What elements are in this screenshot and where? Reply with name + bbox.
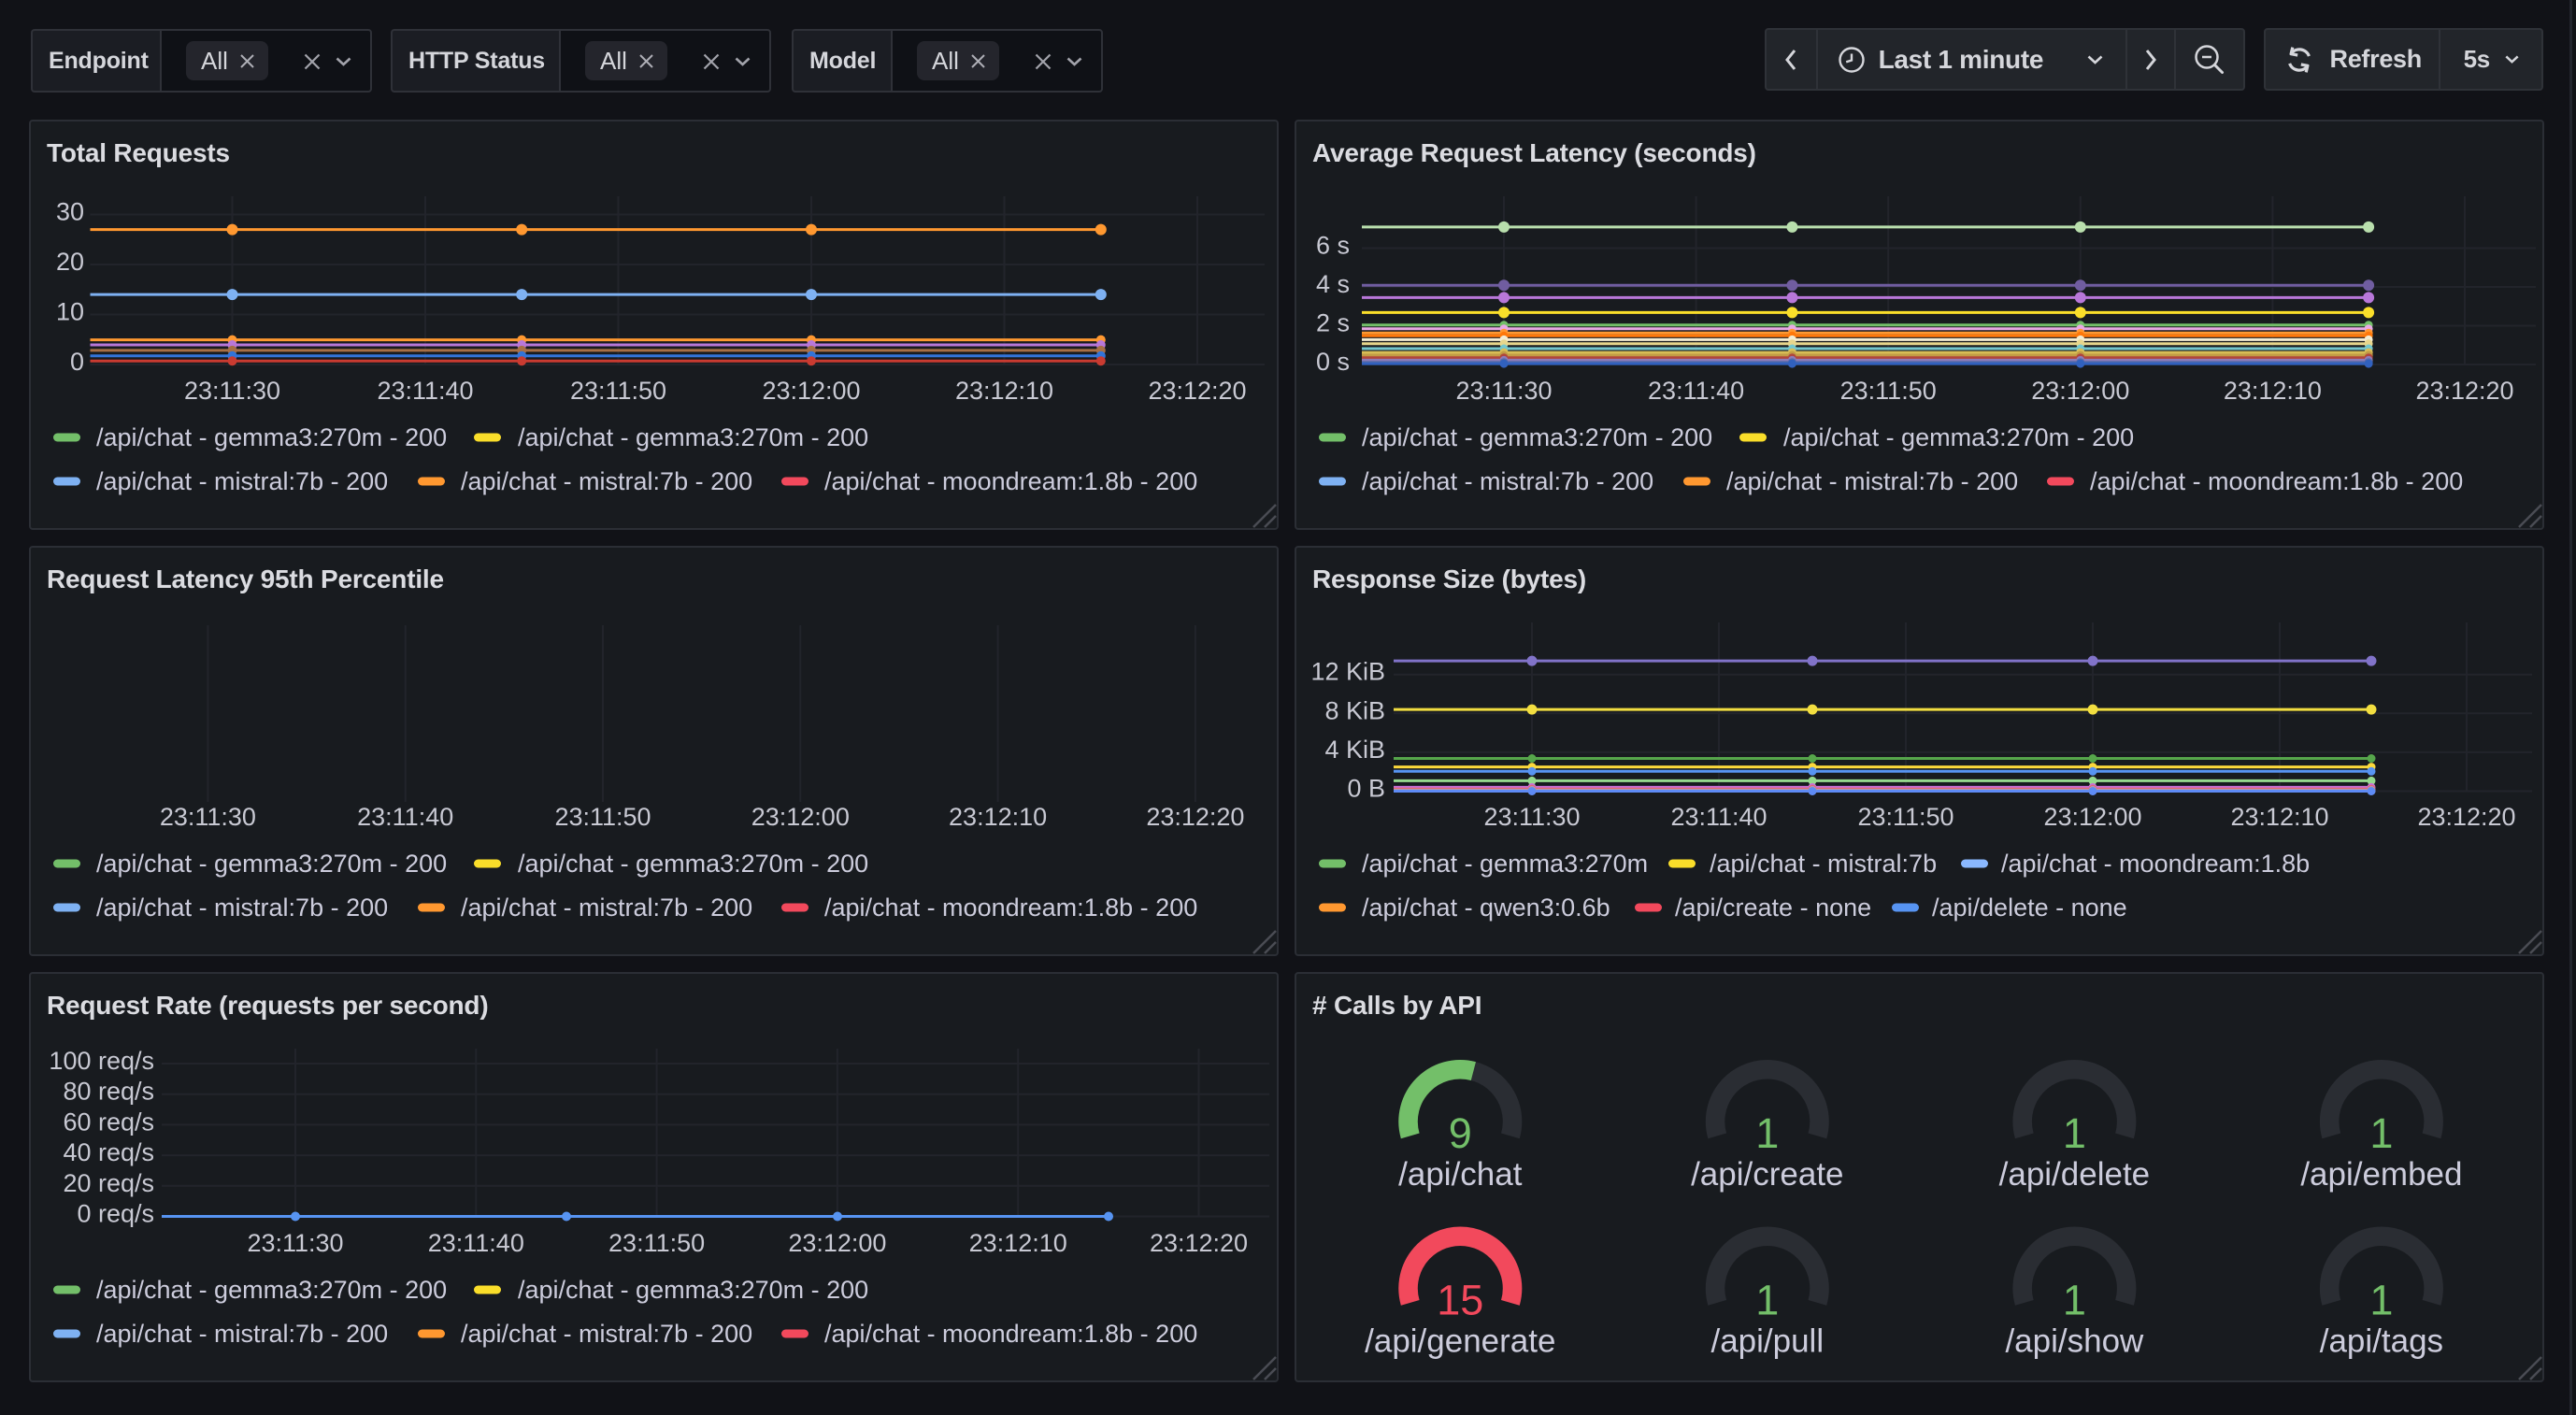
svg-text:23:11:50: 23:11:50 (554, 803, 651, 831)
svg-text:/api/chat - gemma3:270m - 200: /api/chat - gemma3:270m - 200 (96, 423, 447, 451)
svg-text:23:12:00: 23:12:00 (2043, 803, 2141, 831)
svg-text:23:11:40: 23:11:40 (1670, 803, 1767, 831)
svg-text:/api/generate: /api/generate (1365, 1323, 1555, 1360)
svg-text:30: 30 (56, 198, 84, 226)
svg-text:23:11:30: 23:11:30 (1483, 803, 1580, 831)
svg-text:/api/delete: /api/delete (1999, 1156, 2151, 1193)
svg-text:60 req/s: 60 req/s (63, 1108, 154, 1136)
svg-text:40 req/s: 40 req/s (63, 1138, 154, 1166)
svg-text:23:11:50: 23:11:50 (608, 1229, 705, 1257)
svg-text:4 KiB: 4 KiB (1324, 736, 1385, 764)
svg-text:20 req/s: 20 req/s (63, 1169, 154, 1197)
svg-text:23:12:20: 23:12:20 (1148, 377, 1246, 405)
svg-text:/api/show: /api/show (2005, 1323, 2144, 1360)
svg-text:1: 1 (2369, 1109, 2393, 1157)
svg-text:2 s: 2 s (1316, 309, 1350, 337)
svg-text:23:11:30: 23:11:30 (247, 1229, 343, 1257)
svg-text:100 req/s: 100 req/s (49, 1047, 154, 1075)
svg-text:/api/chat - gemma3:270m - 200: /api/chat - gemma3:270m - 200 (518, 1276, 868, 1304)
svg-text:23:12:00: 23:12:00 (751, 803, 850, 831)
svg-text:/api/delete - none: /api/delete - none (1932, 893, 2127, 922)
svg-text:0 B: 0 B (1347, 775, 1385, 803)
svg-text:/api/chat - gemma3:270m: /api/chat - gemma3:270m (1362, 850, 1648, 878)
svg-text:/api/chat - mistral:7b - 200: /api/chat - mistral:7b - 200 (461, 467, 752, 495)
svg-text:6 s: 6 s (1316, 232, 1350, 260)
svg-text:4 s: 4 s (1316, 270, 1350, 298)
svg-text:/api/create - none: /api/create - none (1675, 893, 1871, 922)
svg-text:23:11:50: 23:11:50 (1840, 377, 1937, 405)
svg-text:23:11:30: 23:11:30 (1455, 377, 1552, 405)
svg-text:23:11:50: 23:11:50 (1857, 803, 1953, 831)
svg-text:1: 1 (1755, 1277, 1779, 1324)
svg-text:23:12:00: 23:12:00 (788, 1229, 886, 1257)
svg-text:12 KiB: 12 KiB (1310, 658, 1385, 686)
svg-text:/api/chat - mistral:7b - 200: /api/chat - mistral:7b - 200 (1726, 467, 2018, 495)
svg-text:/api/chat - mistral:7b - 200: /api/chat - mistral:7b - 200 (96, 1320, 388, 1348)
svg-text:23:12:20: 23:12:20 (2417, 803, 2515, 831)
svg-text:0 req/s: 0 req/s (77, 1200, 154, 1228)
svg-text:23:12:10: 23:12:10 (2224, 377, 2322, 405)
svg-text:/api/chat - moondream:1.8b - 2: /api/chat - moondream:1.8b - 200 (824, 1320, 1197, 1348)
svg-text:/api/chat: /api/chat (1398, 1156, 1523, 1193)
svg-text:80 req/s: 80 req/s (63, 1078, 154, 1106)
svg-text:/api/embed: /api/embed (2300, 1156, 2462, 1193)
svg-text:/api/chat - moondream:1.8b: /api/chat - moondream:1.8b (2001, 850, 2310, 878)
svg-text:/api/chat - gemma3:270m - 200: /api/chat - gemma3:270m - 200 (1783, 423, 2134, 451)
svg-text:23:11:40: 23:11:40 (1648, 377, 1744, 405)
svg-text:/api/chat - gemma3:270m - 200: /api/chat - gemma3:270m - 200 (518, 423, 868, 451)
svg-text:23:11:40: 23:11:40 (377, 377, 473, 405)
svg-text:8 KiB: 8 KiB (1324, 696, 1385, 724)
svg-text:/api/chat - gemma3:270m - 200: /api/chat - gemma3:270m - 200 (96, 850, 447, 878)
svg-text:/api/tags: /api/tags (2320, 1323, 2443, 1360)
svg-text:9: 9 (1449, 1109, 1472, 1157)
svg-text:/api/chat - mistral:7b - 200: /api/chat - mistral:7b - 200 (96, 467, 388, 495)
svg-text:23:12:20: 23:12:20 (1146, 803, 1244, 831)
svg-text:/api/chat - mistral:7b - 200: /api/chat - mistral:7b - 200 (461, 893, 752, 922)
svg-text:/api/chat - gemma3:270m - 200: /api/chat - gemma3:270m - 200 (1362, 423, 1712, 451)
svg-text:/api/chat - gemma3:270m - 200: /api/chat - gemma3:270m - 200 (518, 850, 868, 878)
svg-text:/api/chat - mistral:7b - 200: /api/chat - mistral:7b - 200 (1362, 467, 1653, 495)
svg-text:23:12:10: 23:12:10 (969, 1229, 1067, 1257)
svg-text:23:11:40: 23:11:40 (428, 1229, 524, 1257)
svg-text:15: 15 (1437, 1277, 1483, 1324)
svg-text:/api/chat - gemma3:270m - 200: /api/chat - gemma3:270m - 200 (96, 1276, 447, 1304)
svg-text:23:11:50: 23:11:50 (570, 377, 666, 405)
svg-text:/api/chat - mistral:7b - 200: /api/chat - mistral:7b - 200 (96, 893, 388, 922)
svg-text:20: 20 (56, 248, 84, 276)
svg-text:0 s: 0 s (1316, 348, 1350, 376)
svg-text:1: 1 (2369, 1277, 2393, 1324)
svg-text:23:12:20: 23:12:20 (1150, 1229, 1248, 1257)
svg-text:1: 1 (2063, 1277, 2086, 1324)
svg-text:/api/chat - mistral:7b - 200: /api/chat - mistral:7b - 200 (461, 1320, 752, 1348)
svg-text:10: 10 (56, 298, 84, 326)
svg-text:23:12:10: 23:12:10 (955, 377, 1053, 405)
svg-text:23:12:10: 23:12:10 (949, 803, 1047, 831)
svg-text:0: 0 (70, 348, 84, 376)
svg-text:/api/chat - qwen3:0.6b: /api/chat - qwen3:0.6b (1362, 893, 1610, 922)
svg-text:/api/pull: /api/pull (1710, 1323, 1824, 1360)
svg-text:23:11:30: 23:11:30 (184, 377, 280, 405)
svg-text:/api/chat - moondream:1.8b - 2: /api/chat - moondream:1.8b - 200 (824, 467, 1197, 495)
svg-text:23:12:00: 23:12:00 (2031, 377, 2129, 405)
svg-text:23:11:40: 23:11:40 (357, 803, 453, 831)
svg-text:/api/create: /api/create (1691, 1156, 1843, 1193)
svg-text:/api/chat - moondream:1.8b - 2: /api/chat - moondream:1.8b - 200 (824, 893, 1197, 922)
svg-text:/api/chat - mistral:7b: /api/chat - mistral:7b (1710, 850, 1937, 878)
svg-text:/api/chat - moondream:1.8b - 2: /api/chat - moondream:1.8b - 200 (2090, 467, 2463, 495)
svg-text:1: 1 (2063, 1109, 2086, 1157)
svg-text:23:12:20: 23:12:20 (2415, 377, 2513, 405)
svg-text:23:12:10: 23:12:10 (2230, 803, 2328, 831)
svg-text:23:11:30: 23:11:30 (160, 803, 256, 831)
svg-text:23:12:00: 23:12:00 (762, 377, 860, 405)
svg-text:1: 1 (1755, 1109, 1779, 1157)
